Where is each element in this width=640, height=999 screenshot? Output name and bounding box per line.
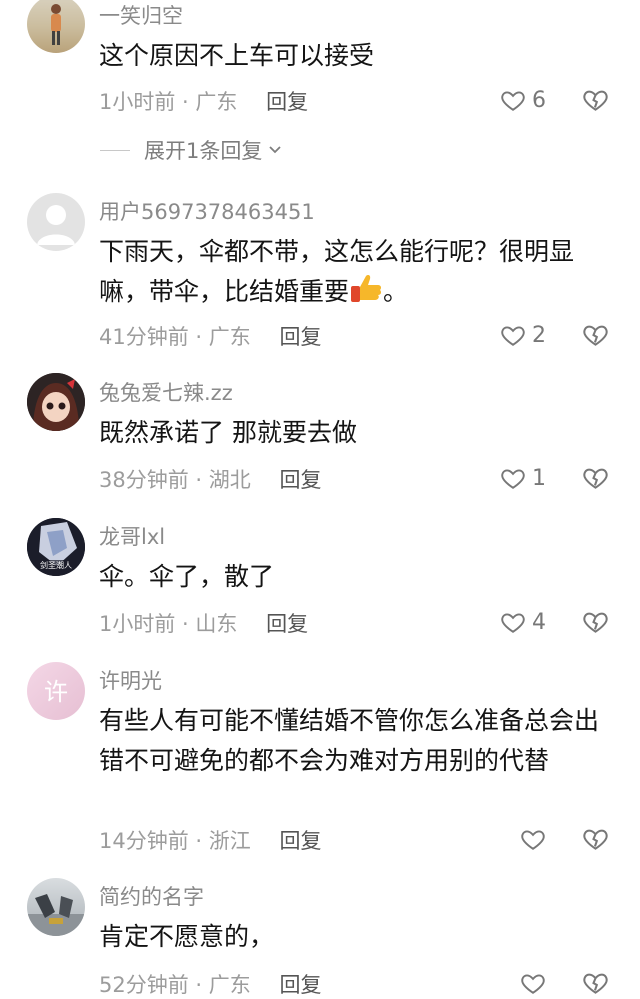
like-button[interactable]: 4 — [500, 607, 546, 637]
thumbs-up-emoji — [351, 275, 382, 302]
reply-button[interactable]: 回复 — [279, 973, 321, 997]
comment-text: 有些人有可能不懂结婚不管你怎么准备总会出错不可避免的都不会为难对方用别的代替 — [99, 706, 600, 775]
broken-heart-icon[interactable] — [582, 86, 609, 113]
comment-location: 广东 — [195, 90, 238, 114]
comment-time: 1小时前 — [99, 612, 176, 636]
anime-girl-avatar-icon — [27, 373, 85, 431]
comment-text: 既然承诺了 那就要去做 — [99, 418, 357, 447]
meta-separator: · — [188, 468, 209, 492]
like-count: 2 — [532, 322, 546, 348]
meta-separator: · — [175, 612, 196, 636]
username[interactable]: 兔兔爱七辣.zz — [99, 377, 233, 407]
like-button[interactable]: 2 — [500, 320, 546, 350]
comment-location: 广东 — [208, 973, 251, 997]
reply-button[interactable]: 回复 — [279, 325, 321, 349]
heart-icon — [501, 91, 525, 111]
like-button[interactable] — [520, 824, 552, 854]
heart-icon — [501, 326, 525, 346]
reply-button[interactable]: 回复 — [279, 468, 321, 492]
avatar-text: 许 — [44, 678, 68, 706]
comment-meta: 1小时前 · 山东 回复 — [99, 608, 308, 638]
comment-meta: 38分钟前 · 湖北 回复 — [99, 464, 321, 494]
like-button[interactable]: 1 — [500, 463, 546, 493]
heart-icon — [501, 469, 525, 489]
comment-text: 伞。伞了，散了 — [99, 562, 275, 591]
comment-location: 山东 — [195, 612, 238, 636]
comment-meta: 14分钟前 · 浙江 回复 — [99, 825, 321, 855]
avatar[interactable] — [27, 373, 85, 431]
comment-time: 14分钟前 — [99, 829, 189, 853]
comment-time: 52分钟前 — [99, 973, 189, 997]
like-count: 6 — [532, 87, 546, 113]
like-button[interactable]: 6 — [500, 85, 546, 115]
avatar[interactable] — [27, 878, 85, 936]
username[interactable]: 许明光 — [99, 665, 162, 695]
chevron-down-icon — [269, 146, 282, 154]
avatar[interactable]: 许 — [27, 662, 85, 720]
meta-separator: · — [188, 325, 209, 349]
username[interactable]: 简约的名字 — [99, 881, 204, 911]
avatar[interactable]: 剑圣潮人 — [27, 518, 85, 576]
comment-text-tail: 。 — [383, 277, 409, 306]
meta-separator: · — [188, 829, 209, 853]
heart-icon — [501, 613, 525, 633]
broken-heart-icon[interactable] — [582, 321, 609, 348]
comment-text: 肯定不愿意的， — [99, 922, 275, 951]
game-character-avatar-icon: 剑圣潮人 — [27, 518, 85, 576]
avatar[interactable] — [27, 193, 85, 251]
expand-label: 展开1条回复 — [144, 139, 263, 163]
expand-divider — [100, 149, 130, 151]
like-button[interactable] — [520, 968, 552, 998]
comment-meta: 52分钟前 · 广东 回复 — [99, 969, 321, 999]
avatar-caption: 剑圣潮人 — [40, 560, 72, 570]
comment-text: 下雨天，伞都不带，这怎么能行呢？很明显嘛，带伞，比结婚重要。 — [99, 232, 619, 312]
meta-separator: · — [175, 90, 196, 114]
photo-avatar-icon — [27, 894, 85, 936]
avatar[interactable] — [27, 0, 85, 53]
comment-text-body: 下雨天，伞都不带，这怎么能行呢？很明显嘛，带伞，比结婚重要 — [99, 237, 575, 306]
comment-time: 41分钟前 — [99, 325, 189, 349]
heart-icon — [521, 974, 545, 994]
comment-location: 广东 — [208, 325, 251, 349]
username[interactable]: 一笑归空 — [99, 0, 183, 30]
comment-meta: 1小时前 · 广东 回复 — [99, 86, 308, 116]
reply-button[interactable]: 回复 — [266, 612, 308, 636]
comment-time: 1小时前 — [99, 90, 176, 114]
reply-button[interactable]: 回复 — [266, 90, 308, 114]
username[interactable]: 龙哥lxl — [99, 521, 165, 551]
person-figure-icon — [51, 4, 61, 45]
username[interactable]: 用户5697378463451 — [99, 196, 315, 226]
meta-separator: · — [188, 973, 209, 997]
broken-heart-icon[interactable] — [582, 464, 609, 491]
default-user-icon — [37, 205, 75, 245]
like-count: 1 — [532, 465, 546, 491]
comment-meta: 41分钟前 · 广东 回复 — [99, 321, 321, 351]
comment-location: 浙江 — [208, 829, 251, 853]
text-avatar-icon: 许 — [44, 678, 68, 706]
comment-location: 湖北 — [208, 468, 251, 492]
broken-heart-icon[interactable] — [582, 969, 609, 996]
like-count: 4 — [532, 609, 546, 635]
expand-replies-button[interactable]: 展开1条回复 — [100, 135, 282, 165]
broken-heart-icon[interactable] — [582, 608, 609, 635]
reply-button[interactable]: 回复 — [279, 829, 321, 853]
comment-text: 这个原因不上车可以接受 — [99, 41, 375, 70]
comment-time: 38分钟前 — [99, 468, 189, 492]
broken-heart-icon[interactable] — [582, 825, 609, 852]
heart-icon — [521, 830, 545, 850]
